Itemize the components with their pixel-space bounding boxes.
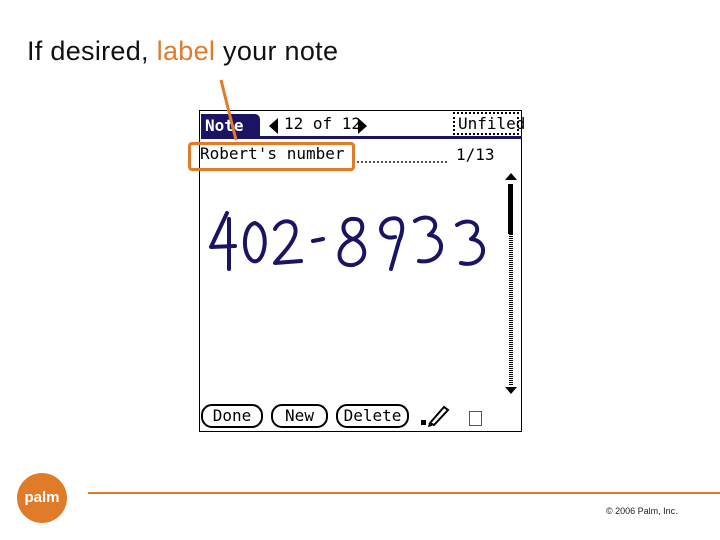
category-picker[interactable]: Unfiled: [453, 112, 525, 135]
note-tab[interactable]: Note: [201, 114, 260, 137]
prev-arrow-icon[interactable]: [269, 118, 278, 134]
footer-divider: [88, 492, 720, 494]
handwritten-ink: 402-8933: [209, 211, 485, 271]
scrollbar-track[interactable]: [509, 234, 513, 386]
done-button[interactable]: Done: [201, 404, 263, 428]
pen-icon[interactable]: [420, 404, 450, 428]
delete-button[interactable]: Delete: [336, 404, 409, 428]
page-indicator: 1/13: [456, 145, 495, 164]
next-arrow-icon[interactable]: [358, 118, 367, 134]
new-button[interactable]: New: [271, 404, 328, 428]
title-prefix: If desired,: [27, 36, 157, 66]
title-bar: Note 12 of 12 Unfiled: [200, 111, 525, 141]
palm-logo: palm: [17, 473, 67, 523]
label-highlight-box: [188, 142, 355, 171]
title-field-underline: [357, 161, 447, 163]
graffiti-indicator-icon: [469, 411, 482, 426]
note-counter: 12 of 12: [284, 114, 362, 133]
copyright: © 2006 Palm, Inc.: [606, 506, 678, 516]
slide-title: If desired, label your note: [27, 36, 338, 67]
palm-note-screen: Note 12 of 12 Unfiled Robert's number 1/…: [188, 110, 525, 432]
title-bar-underline: [201, 136, 522, 139]
scroll-up-icon[interactable]: [505, 173, 517, 180]
title-suffix: your note: [215, 36, 339, 66]
scrollbar-thumb[interactable]: [508, 184, 513, 234]
scroll-down-icon[interactable]: [505, 387, 517, 394]
title-highlight: label: [156, 36, 216, 66]
